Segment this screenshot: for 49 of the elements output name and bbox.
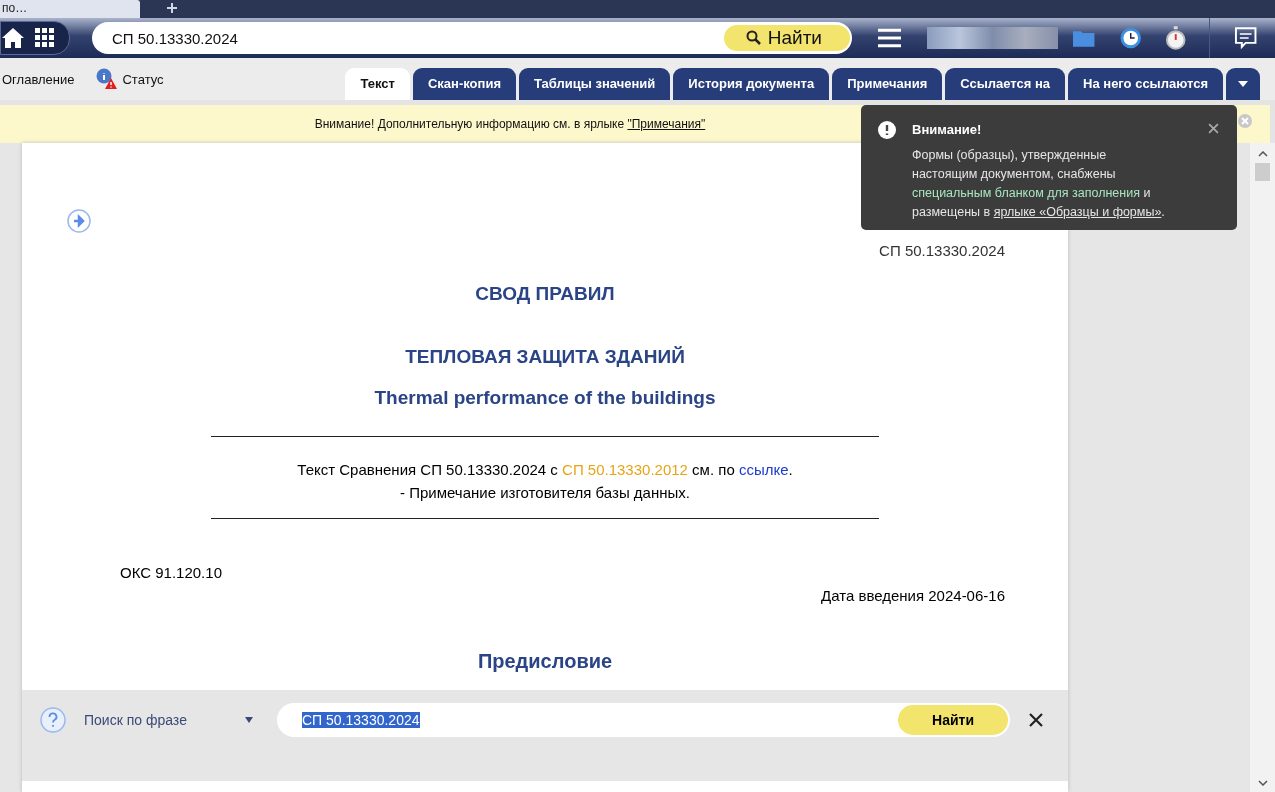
new-tab-icon[interactable] [166,2,178,14]
search-icon [745,30,762,46]
document-tab[interactable]: Таблицы значений [518,68,671,100]
scroll-up-icon[interactable] [1257,151,1268,157]
document-heading: СВОД ПРАВИЛ [474,283,616,305]
document-tab[interactable]: На него ссылаются [1068,68,1223,100]
find-button[interactable]: Найти [898,704,1008,735]
scrollbar[interactable] [1250,143,1275,792]
more-tabs-button[interactable] [1226,68,1260,100]
search-button[interactable]: Найти [723,25,850,51]
browser-tab[interactable]: по… [0,0,140,18]
document-tab[interactable]: История документа [673,68,830,100]
menu-icon[interactable] [878,28,902,48]
folder-icon[interactable] [1072,28,1096,48]
caret-icon[interactable] [244,716,253,723]
doc-link[interactable]: Оглавление [2,68,75,90]
scroll-down-icon[interactable] [1257,780,1268,786]
doc-link[interactable]: Статус [96,68,164,90]
document-tab[interactable]: Примечания [832,68,943,100]
notice-text: Внимание! Дополнительную информацию см. в ярлыке "Примечания" [314,117,706,131]
caret-icon [1238,81,1248,87]
popup-text: Формы (образцы), утвержденные настоящим документом, снабжены специальным бланком для заполнения и размещены в ярлыке «Образцы и формы». [912,147,1166,221]
effective-date: Дата введения 2024-06-16 [821,587,1005,604]
document-code: СП 50.13330.2024 [879,242,1005,259]
chat-icon[interactable] [1233,26,1257,50]
info-warning-icon [96,68,119,90]
search-mode-dropdown[interactable]: Поиск по фразе [84,711,259,728]
popup-title: Внимание! [912,122,983,137]
clock-icon[interactable] [1119,27,1142,49]
classification-code: ОКС 91.120.10 [120,564,223,581]
find-field[interactable]: СП 50.13330.2024 Найти [277,702,1010,737]
exclamation-icon [878,121,896,139]
document-tab[interactable]: Текст [345,68,410,100]
comparison-note: - Примечание изготовителя базы данных. [400,484,690,501]
document-title-english: Thermal performance of the buildings [373,387,717,409]
help-icon[interactable] [40,706,66,733]
scrollbar-thumb[interactable] [1255,163,1270,181]
section-heading: Предисловие [476,650,614,673]
search-field[interactable]: СП 50.13330.2024 Найти [92,22,852,54]
notes-link[interactable]: "Примечания" [627,117,706,131]
document-tab[interactable]: Ссылается на [945,68,1066,100]
close-icon[interactable] [1028,711,1044,728]
comparison-text: Текст Сравнения СП 50.13330.2024 с СП 50.13330.2012 см. по ссылке. [297,461,793,478]
stopwatch-icon[interactable] [1165,26,1187,50]
document-tab[interactable]: Скан-копия [412,68,516,100]
home-icon[interactable] [1,27,25,49]
apps-grid-icon[interactable] [35,28,55,48]
document-title: ТЕПЛОВАЯ ЗАЩИТА ЗДАНИЙ [404,346,686,368]
arrow-circle-icon[interactable] [67,209,91,233]
